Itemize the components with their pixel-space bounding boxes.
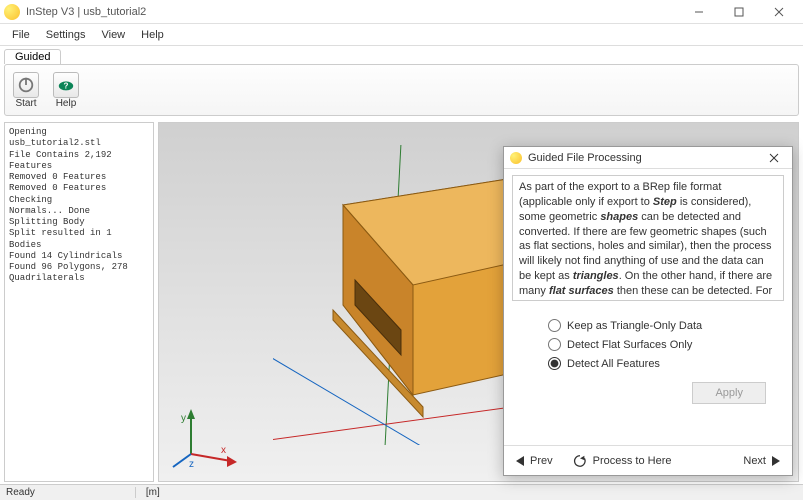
next-label: Next — [743, 455, 766, 467]
feature-options: Keep as Triangle-Only Data Detect Flat S… — [512, 319, 784, 370]
start-label: Start — [15, 98, 36, 109]
process-to-here-button[interactable]: Process to Here — [569, 452, 676, 470]
menu-file[interactable]: File — [4, 24, 38, 45]
menu-settings[interactable]: Settings — [38, 24, 94, 45]
prev-label: Prev — [530, 455, 553, 467]
option-triangle-only[interactable]: Keep as Triangle-Only Data — [548, 319, 784, 332]
status-ready: Ready — [6, 487, 35, 498]
help-label: Help — [56, 98, 77, 109]
svg-text:?: ? — [64, 81, 69, 90]
reload-icon — [573, 454, 587, 468]
start-button[interactable] — [13, 72, 39, 98]
window-titlebar: InStep V3 | usb_tutorial2 — [0, 0, 803, 24]
apply-button[interactable]: Apply — [692, 382, 766, 404]
minimize-button[interactable] — [679, 0, 719, 24]
dialog-icon — [510, 152, 522, 164]
ribbon: Start ? Help — [4, 64, 799, 116]
chevron-left-icon — [516, 456, 524, 466]
dialog-description: As part of the export to a BRep file for… — [512, 175, 784, 301]
menubar: File Settings View Help — [0, 24, 803, 46]
tab-guided[interactable]: Guided — [4, 49, 61, 64]
help-button[interactable]: ? — [53, 72, 79, 98]
svg-text:x: x — [221, 445, 226, 456]
menu-view[interactable]: View — [93, 24, 133, 45]
power-icon — [17, 76, 35, 94]
app-icon — [4, 4, 20, 20]
next-button[interactable]: Next — [739, 453, 784, 469]
prev-button[interactable]: Prev — [512, 453, 557, 469]
option-flat-only[interactable]: Detect Flat Surfaces Only — [548, 338, 784, 351]
svg-text:y: y — [181, 413, 186, 424]
close-button[interactable] — [759, 0, 799, 24]
option-all-features[interactable]: Detect All Features — [548, 357, 784, 370]
status-unit: [m] — [135, 487, 160, 498]
status-bar: Ready [m] — [0, 484, 803, 500]
dialog-titlebar: Guided File Processing — [504, 147, 792, 169]
axis-gizmo: y x z — [171, 409, 241, 469]
ribbon-tabstrip: Guided — [0, 46, 803, 64]
window-title: InStep V3 | usb_tutorial2 — [26, 6, 679, 18]
svg-text:z: z — [189, 459, 194, 469]
chevron-right-icon — [772, 456, 780, 466]
dialog-title: Guided File Processing — [528, 152, 762, 164]
dialog-footer: Prev Process to Here Next — [504, 445, 792, 475]
menu-help[interactable]: Help — [133, 24, 172, 45]
maximize-button[interactable] — [719, 0, 759, 24]
help-cloud-icon: ? — [57, 76, 75, 94]
close-icon — [769, 153, 779, 163]
log-panel: Opening usb_tutorial2.stl File Contains … — [4, 122, 154, 482]
guided-processing-dialog: Guided File Processing As part of the ex… — [503, 146, 793, 476]
dialog-close-button[interactable] — [762, 149, 786, 167]
process-label: Process to Here — [593, 455, 672, 467]
